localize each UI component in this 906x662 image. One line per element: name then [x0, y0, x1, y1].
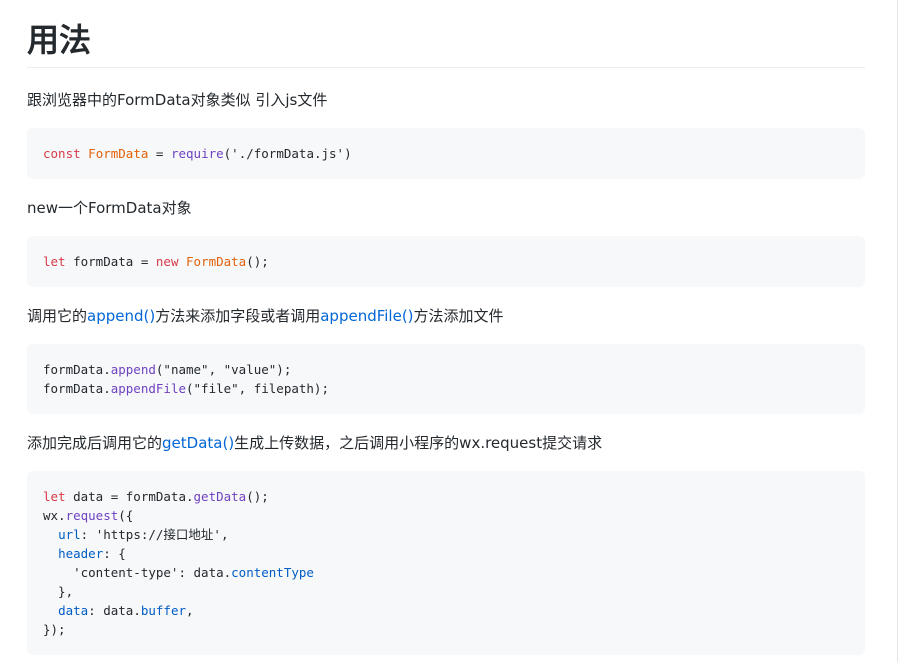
code-operator: = — [148, 146, 171, 161]
paragraph-text: 跟浏览器中的FormData对象类似 引入js文件 — [27, 91, 328, 109]
code-text: formData. — [43, 381, 111, 396]
append-file-link[interactable]: appendFile() — [320, 307, 413, 325]
paragraph-getdata: 添加完成后调用它的getData()生成上传数据，之后调用小程序的wx.requ… — [27, 431, 865, 455]
code-keyword: let — [43, 254, 66, 269]
code-text: formData. — [43, 362, 111, 377]
code-text: (); — [246, 254, 269, 269]
code-text: }); — [43, 622, 66, 637]
code-text: ({ — [118, 508, 134, 523]
code-text: : 'https://接口地址', — [80, 527, 229, 542]
code-keyword: const — [43, 146, 81, 161]
code-block-new: let formData = new FormData(); — [27, 236, 865, 287]
paragraph-append: 调用它的append()方法来添加字段或者调用appendFile()方法添加文… — [27, 304, 865, 328]
code-block-import: const FormData = require('./formData.js'… — [27, 128, 865, 179]
get-data-link[interactable]: getData() — [162, 434, 234, 452]
code-property: contentType — [231, 565, 314, 580]
code-text: 'content-type': data. — [43, 565, 232, 580]
page-title: 用法 — [27, 0, 865, 68]
append-link[interactable]: append() — [87, 307, 155, 325]
code-property: header — [58, 546, 104, 561]
code-keyword: let — [43, 489, 66, 504]
paragraph-text: 方法来添加字段或者调用 — [155, 307, 321, 325]
code-text: , — [186, 603, 194, 618]
code-property: data — [58, 603, 89, 618]
code-text: (); — [246, 489, 269, 504]
code-text: : data. — [88, 603, 141, 618]
paragraph-text: new一个FormData对象 — [27, 199, 192, 217]
paragraph-text: 生成上传数据，之后调用小程序的wx.request提交请求 — [234, 434, 603, 452]
paragraph-import: 跟浏览器中的FormData对象类似 引入js文件 — [27, 88, 865, 112]
code-property: url — [58, 527, 81, 542]
code-class-name: FormData — [186, 254, 247, 269]
code-text: : { — [103, 546, 126, 561]
code-text: ('./formData.js') — [223, 146, 352, 161]
code-function: getData — [193, 489, 247, 504]
code-keyword: new — [155, 254, 179, 269]
code-text: formData = — [65, 254, 156, 269]
code-function: append — [110, 362, 156, 377]
code-text: ("name", "value"); — [155, 362, 292, 377]
code-text: data = formData. — [65, 489, 194, 504]
code-block-request: let data = formData.getData(); wx.reques… — [27, 471, 865, 655]
code-text: }, — [43, 584, 74, 599]
code-function: require — [170, 146, 224, 161]
code-property: buffer — [140, 603, 187, 618]
code-function: request — [65, 508, 119, 523]
paragraph-new: new一个FormData对象 — [27, 196, 865, 220]
right-edge-divider — [897, 0, 906, 662]
paragraph-text: 添加完成后调用它的 — [27, 434, 163, 452]
code-text: wx. — [43, 508, 66, 523]
code-block-append: formData.append("name", "value"); formDa… — [27, 344, 865, 414]
code-text: ("file", filepath); — [186, 381, 329, 396]
paragraph-text: 方法添加文件 — [413, 307, 504, 325]
paragraph-text: 调用它的 — [27, 307, 88, 325]
code-function: appendFile — [110, 381, 186, 396]
code-class-name: FormData — [88, 146, 149, 161]
article-content: 用法 跟浏览器中的FormData对象类似 引入js文件 const FormD… — [27, 0, 865, 655]
